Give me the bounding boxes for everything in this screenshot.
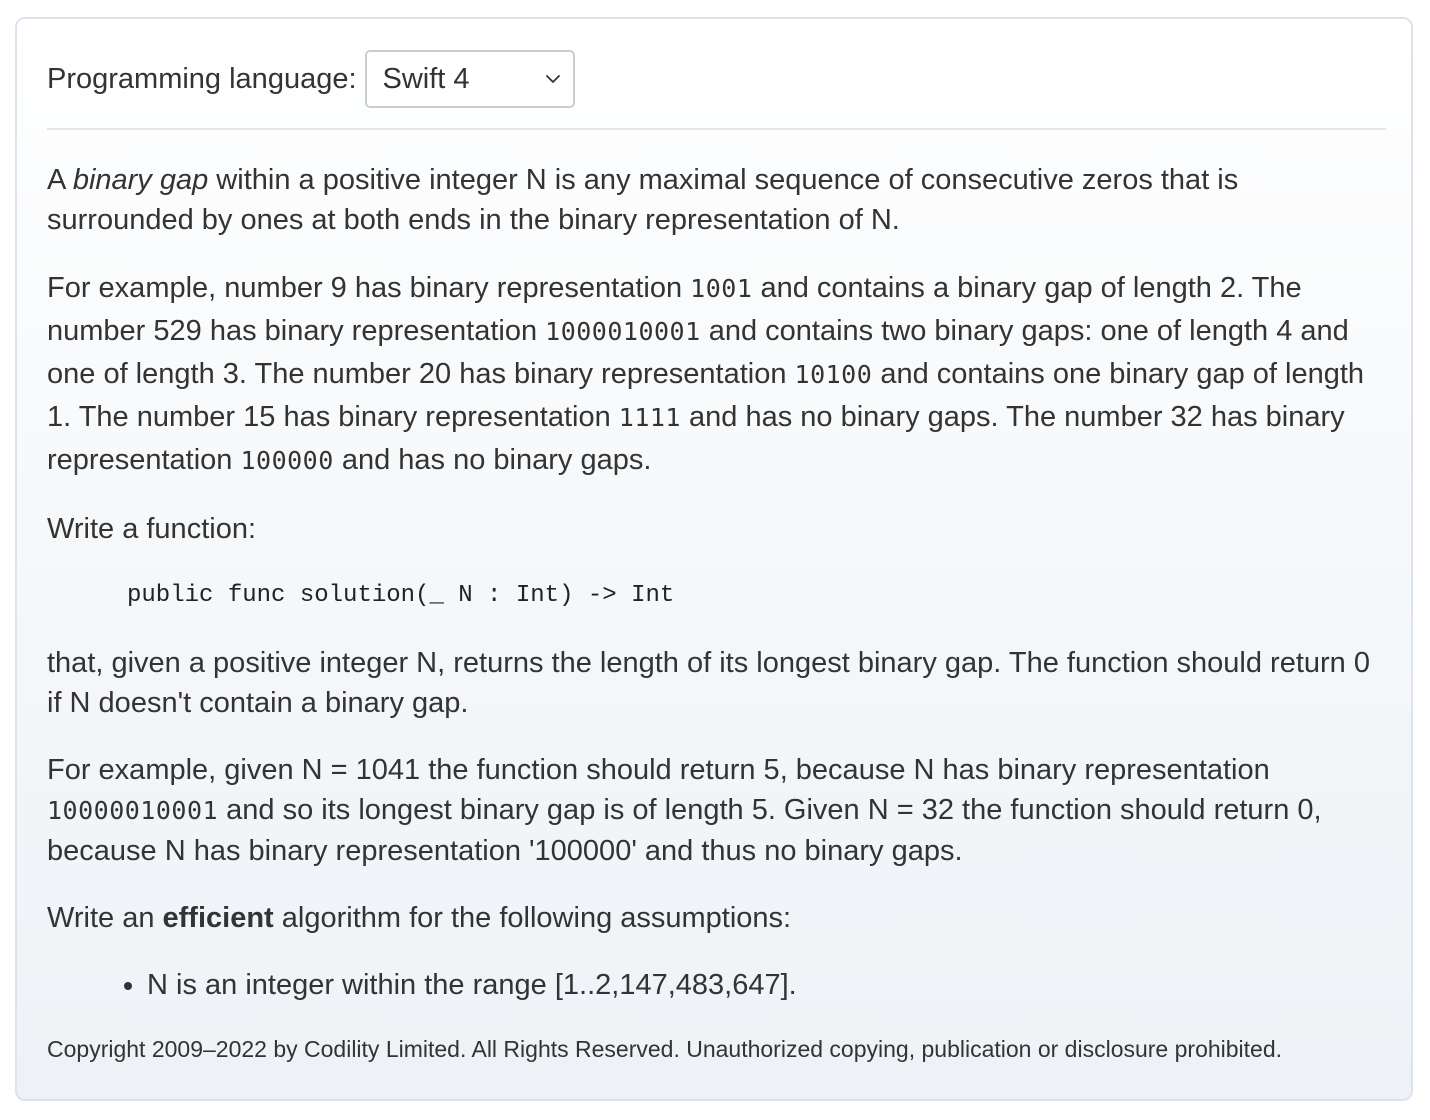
text: A	[47, 164, 73, 196]
text: within a positive integer N is any maxim…	[47, 164, 1239, 236]
language-label: Programming language:	[47, 62, 357, 95]
chevron-down-icon	[545, 75, 560, 83]
language-select-value: Swift 4	[382, 62, 470, 95]
paragraph-example-1041: For example, given N = 1041 the function…	[47, 750, 1392, 871]
paragraph-return-description: that, given a positive integer N, return…	[47, 647, 1370, 719]
paragraph-write-function: Write a function:	[47, 513, 257, 545]
term-binary-gap: binary gap	[72, 164, 209, 196]
task-panel: Programming language: Swift 4 A binary g…	[15, 17, 1413, 1101]
text: algorithm for the following assumptions:	[273, 902, 792, 934]
text: For example, given N = 1041 the function…	[47, 754, 1270, 786]
text: Write an	[47, 902, 163, 934]
binary-code: 10000010001	[47, 796, 219, 825]
binary-code: 100000	[240, 446, 334, 475]
task-description: A binary gap within a positive integer N…	[47, 160, 1392, 1005]
text: and has no binary gaps.	[333, 444, 652, 476]
language-selector-row: Programming language: Swift 4	[47, 50, 575, 108]
emphasis-efficient: efficient	[162, 902, 274, 934]
paragraph-definition: A binary gap within a positive integer N…	[47, 160, 1392, 240]
divider	[47, 128, 1386, 130]
binary-code: 1000010001	[545, 317, 701, 346]
assumptions-list: N is an integer within the range [1..2,1…	[47, 965, 1392, 1005]
text: and so its longest binary gap is of leng…	[47, 794, 1322, 867]
paragraph-examples: For example, number 9 has binary represe…	[47, 267, 1392, 482]
copyright-notice: Copyright 2009–2022 by Codility Limited.…	[47, 1036, 1283, 1062]
language-select[interactable]: Swift 4	[364, 50, 575, 108]
text: For example, number 9 has binary represe…	[47, 272, 691, 304]
binary-code: 10100	[794, 360, 873, 389]
function-signature: public func solution(_ N : Int) -> Int	[127, 582, 675, 609]
paragraph-efficient: Write an efficient algorithm for the fol…	[47, 898, 1392, 938]
binary-code: 1111	[618, 403, 681, 432]
list-item: N is an integer within the range [1..2,1…	[147, 965, 1392, 1005]
binary-code: 1001	[690, 274, 753, 303]
